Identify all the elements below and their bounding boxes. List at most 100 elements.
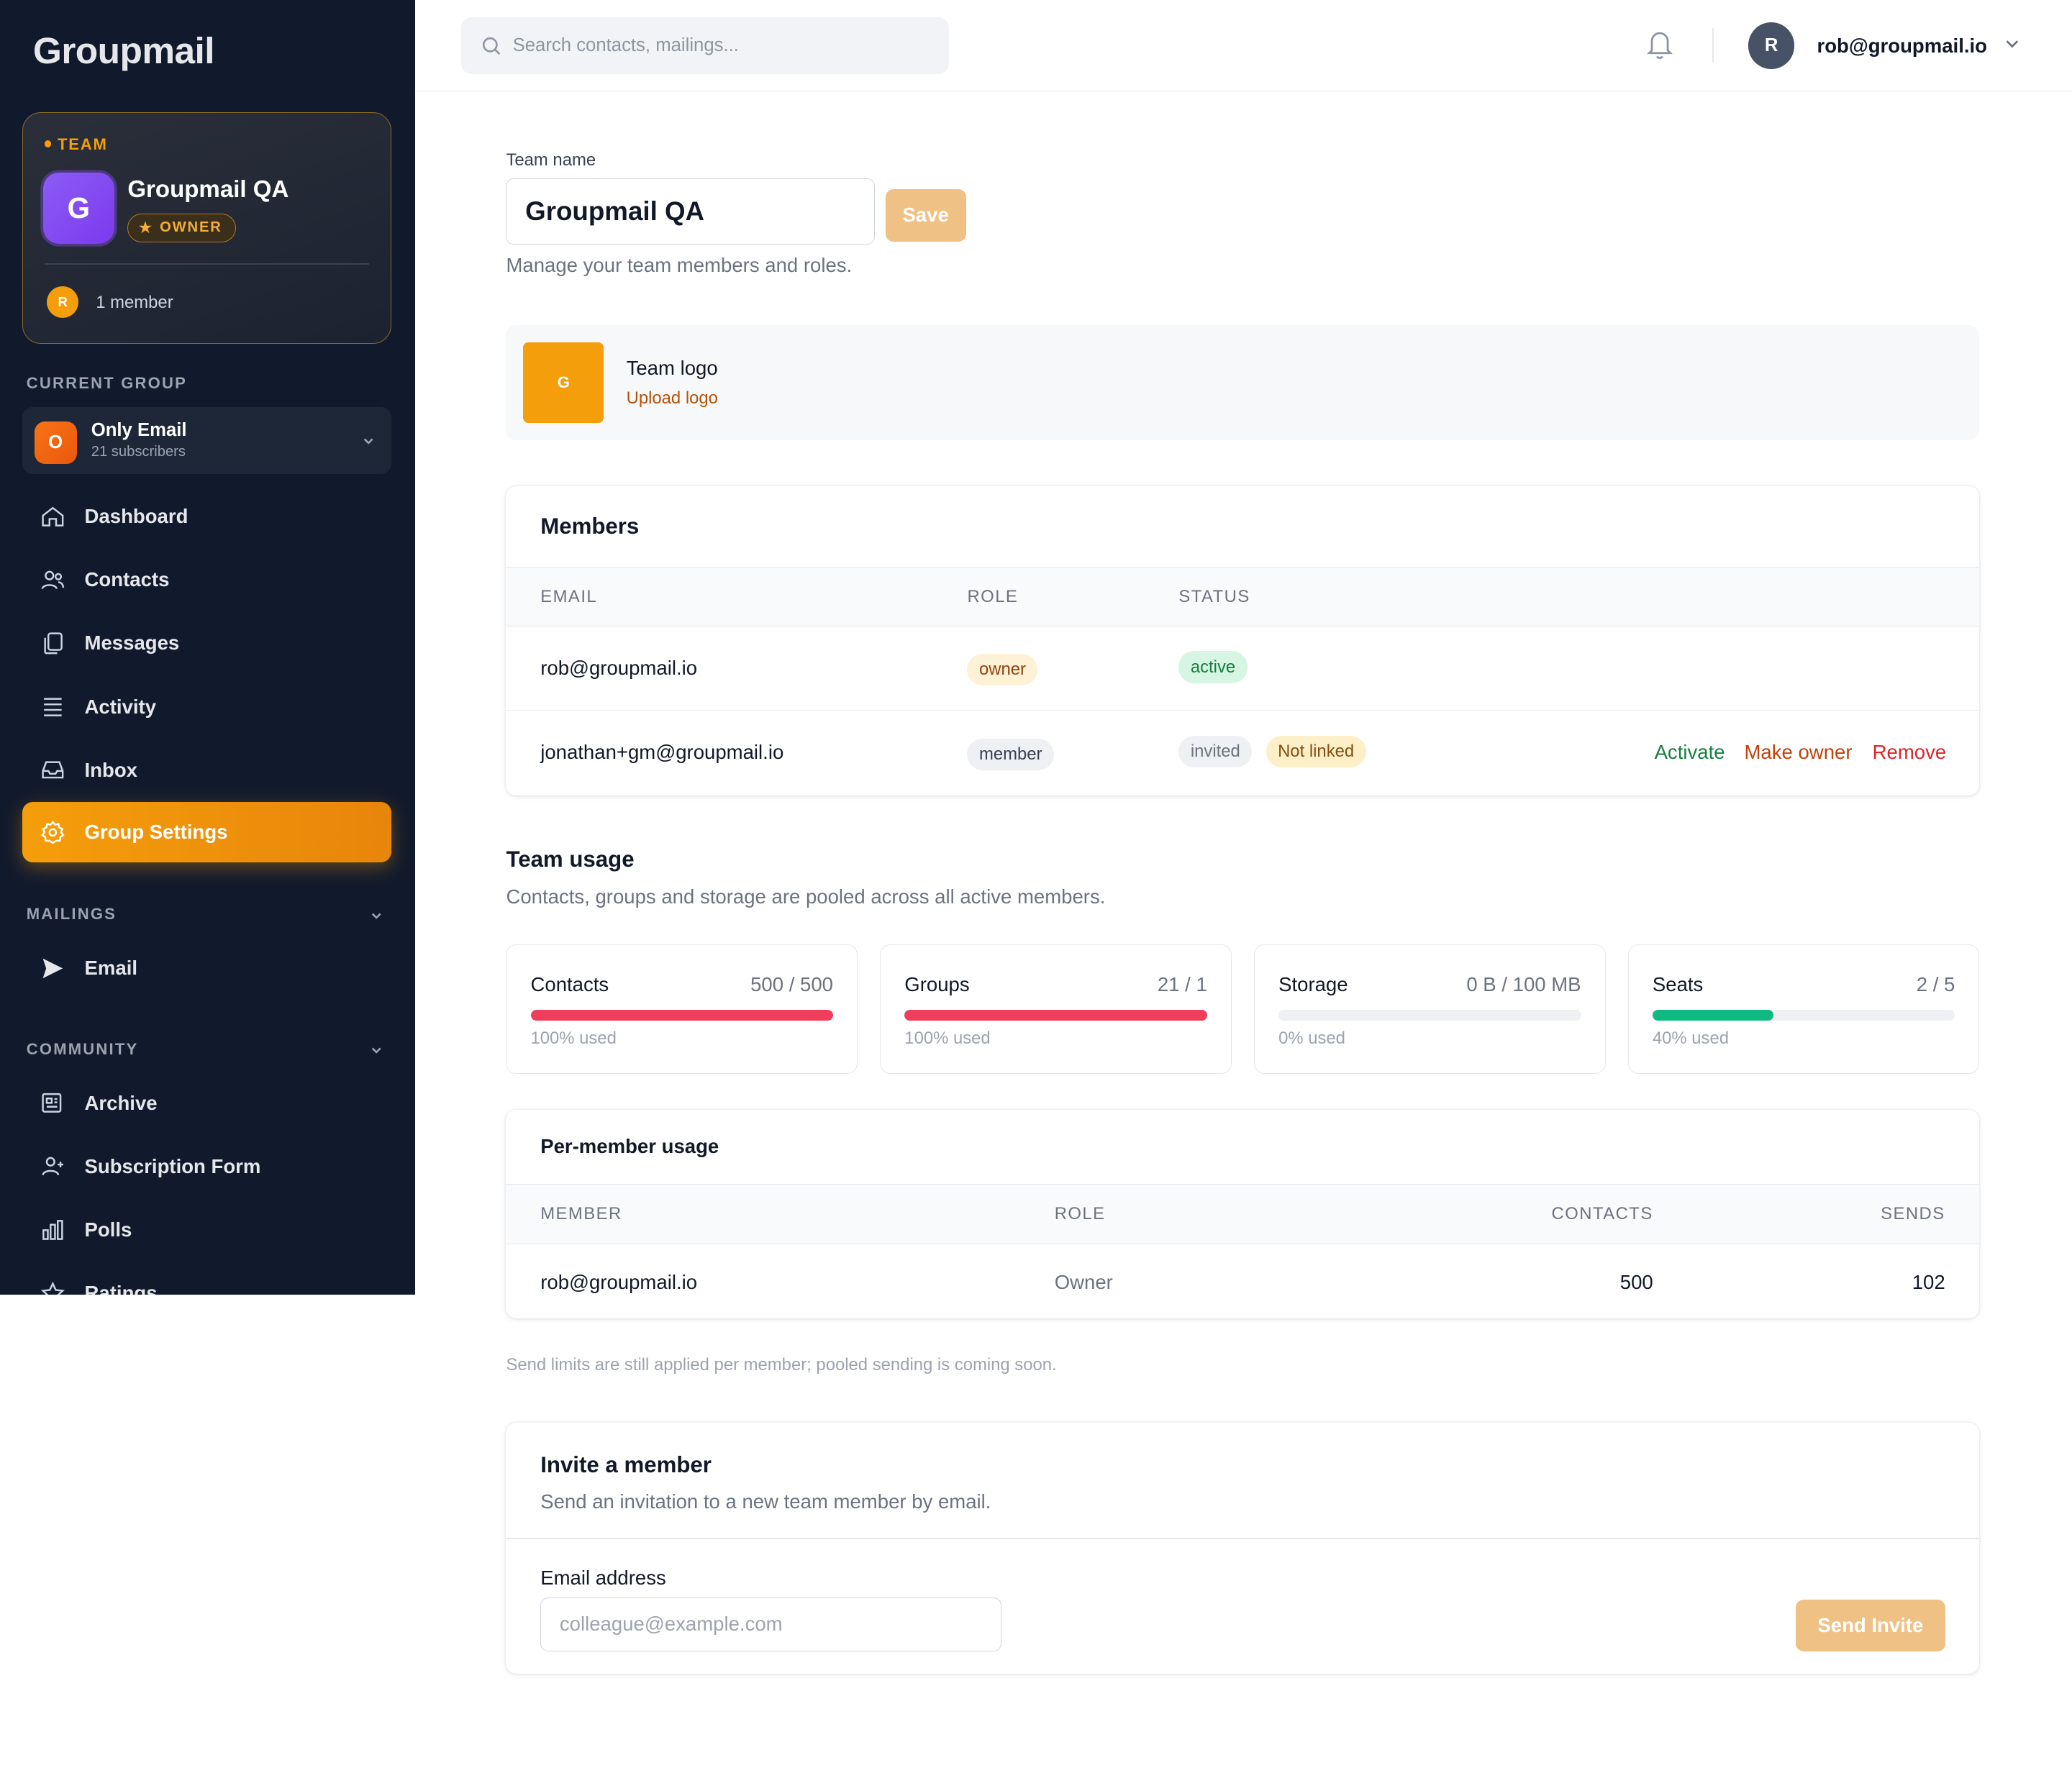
chevron-down-icon[interactable] bbox=[370, 909, 383, 922]
make-owner-button[interactable]: Make owner bbox=[1744, 741, 1852, 764]
inbox-icon bbox=[42, 761, 64, 779]
members-title: Members bbox=[540, 514, 640, 539]
column-header-sends[interactable]: SENDS bbox=[1881, 1204, 1945, 1224]
user-avatar[interactable]: R bbox=[1748, 22, 1795, 69]
search-placeholder: Search contacts, mailings... bbox=[512, 35, 739, 55]
member-role: Owner bbox=[1054, 1270, 1113, 1293]
status-badge: invited bbox=[1178, 736, 1253, 768]
current-group-select[interactable]: O Only Email 21 subscribers bbox=[22, 406, 391, 475]
usage-value: 2 / 5 bbox=[1916, 972, 1955, 995]
email-address-label: Email address bbox=[540, 1567, 666, 1590]
upload-logo-link[interactable]: Upload logo bbox=[627, 388, 718, 409]
status-badge: active bbox=[1178, 651, 1248, 683]
team-card[interactable]: TEAM G Groupmail QA ★ OWNER R 1 member bbox=[22, 112, 391, 344]
community-label[interactable]: COMMUNITY bbox=[27, 1040, 139, 1059]
table-row: rob@groupmail.io Owner 500 102 bbox=[506, 1244, 1979, 1318]
star-icon bbox=[40, 1281, 65, 1295]
column-header-contacts[interactable]: CONTACTS bbox=[1552, 1204, 1653, 1224]
topbar: Search contacts, mailings... R rob@group… bbox=[414, 0, 2072, 91]
role-badge: owner bbox=[967, 654, 1038, 686]
divider bbox=[1712, 27, 1714, 63]
usage-value: 500 / 500 bbox=[750, 972, 833, 995]
nav-subscription-form[interactable]: Subscription Form bbox=[22, 1136, 391, 1197]
not-linked-badge: Not linked bbox=[1266, 736, 1366, 768]
usage-progress-fill bbox=[530, 1010, 833, 1021]
home-icon bbox=[42, 506, 64, 526]
members-card: Members EMAIL ROLE STATUS rob@groupmail.… bbox=[506, 485, 1980, 795]
send-icon bbox=[42, 958, 63, 979]
user-email[interactable]: rob@groupmail.io bbox=[1817, 35, 1987, 58]
newspaper-icon bbox=[42, 1093, 62, 1113]
usage-percent: 100% used bbox=[530, 1028, 617, 1048]
sidebar: Groupmail TEAM G Groupmail QA ★ OWNER R 1… bbox=[0, 0, 415, 1295]
usage-progress-fill bbox=[904, 1010, 1207, 1021]
search-input[interactable]: Search contacts, mailings... bbox=[461, 17, 949, 74]
usage-title: Contacts bbox=[530, 972, 609, 995]
usage-percent: 40% used bbox=[1652, 1028, 1730, 1048]
per-member-table-header: MEMBER ROLE CONTACTS SENDS bbox=[506, 1183, 1980, 1245]
invite-email-field[interactable]: colleague@example.com bbox=[540, 1597, 1002, 1651]
chevron-down-icon[interactable] bbox=[370, 1044, 383, 1057]
team-name-input[interactable]: Groupmail QA bbox=[506, 178, 875, 245]
nav-activity[interactable]: Activity bbox=[22, 676, 391, 737]
nav-email[interactable]: Email bbox=[22, 938, 391, 998]
remove-button[interactable]: Remove bbox=[1873, 741, 1947, 764]
save-button[interactable]: Save bbox=[885, 188, 966, 242]
column-header-member[interactable]: MEMBER bbox=[540, 1204, 622, 1224]
table-row: jonathan+gm@groupmail.io member invited … bbox=[506, 711, 1979, 795]
group-name: Only Email bbox=[91, 420, 187, 441]
usage-card-storage: Storage 0 B / 100 MB 0% used bbox=[1254, 944, 1606, 1075]
team-usage-title: Team usage bbox=[506, 847, 635, 872]
invite-title: Invite a member bbox=[540, 1451, 712, 1477]
usage-progress-fill bbox=[1652, 1010, 1774, 1021]
activate-button[interactable]: Activate bbox=[1655, 741, 1725, 764]
member-avatar: R bbox=[47, 286, 79, 318]
nav-group-settings[interactable]: Group Settings bbox=[22, 801, 391, 863]
search-icon bbox=[482, 37, 500, 55]
nav-inbox[interactable]: Inbox bbox=[22, 740, 391, 801]
send-limits-note: Send limits are still applied per member… bbox=[506, 1355, 1057, 1375]
usage-title: Seats bbox=[1652, 972, 1704, 995]
chevron-down-icon bbox=[364, 438, 373, 445]
usage-title: Storage bbox=[1278, 972, 1348, 995]
gear-icon bbox=[41, 820, 65, 844]
nav-polls[interactable]: Polls bbox=[22, 1200, 391, 1260]
team-tag: TEAM bbox=[44, 135, 108, 154]
members-table-header: EMAIL ROLE STATUS bbox=[506, 566, 1980, 626]
bar-chart-icon bbox=[42, 1219, 63, 1240]
member-email: jonathan+gm@groupmail.io bbox=[540, 741, 784, 764]
role-badge: member bbox=[967, 738, 1055, 770]
usage-percent: 0% used bbox=[1278, 1028, 1345, 1048]
column-header-role[interactable]: ROLE bbox=[1055, 1204, 1106, 1224]
mailings-label[interactable]: MAILINGS bbox=[27, 905, 117, 924]
users-icon bbox=[41, 570, 65, 590]
nav-archive[interactable]: Archive bbox=[22, 1072, 391, 1133]
column-header-email[interactable]: EMAIL bbox=[540, 587, 597, 607]
member-contacts: 500 bbox=[1619, 1270, 1653, 1293]
member-sends: 102 bbox=[1912, 1270, 1945, 1293]
usage-percent: 100% used bbox=[904, 1028, 991, 1048]
chevron-down-icon[interactable] bbox=[2003, 35, 2022, 53]
column-header-role[interactable]: ROLE bbox=[967, 587, 1018, 607]
column-header-status[interactable]: STATUS bbox=[1178, 587, 1250, 607]
nav-ratings[interactable]: Ratings bbox=[22, 1263, 391, 1295]
invite-subtitle: Send an invitation to a new team member … bbox=[540, 1490, 991, 1513]
usage-progress-bar bbox=[530, 1010, 833, 1021]
brand-logo[interactable]: Groupmail bbox=[33, 29, 215, 72]
group-avatar: O bbox=[34, 421, 77, 464]
send-invite-button[interactable]: Send Invite bbox=[1796, 1600, 1945, 1651]
group-subscribers: 21 subscribers bbox=[91, 444, 186, 460]
copy-icon bbox=[44, 632, 63, 655]
usage-card-groups: Groups 21 / 1 100% used bbox=[880, 944, 1232, 1075]
nav-dashboard[interactable]: Dashboard bbox=[22, 486, 391, 547]
usage-card-seats: Seats 2 / 5 40% used bbox=[1627, 944, 1980, 1075]
bell-icon[interactable] bbox=[1644, 27, 1676, 61]
nav-contacts[interactable]: Contacts bbox=[22, 550, 391, 610]
team-logo-title: Team logo bbox=[626, 356, 718, 379]
list-icon bbox=[44, 698, 62, 717]
table-row: rob@groupmail.io owner active bbox=[506, 626, 1980, 711]
nav-messages[interactable]: Messages bbox=[22, 613, 391, 673]
member-count: 1 member bbox=[96, 292, 173, 312]
usage-progress-bar bbox=[904, 1010, 1207, 1021]
team-logo: G bbox=[523, 342, 604, 423]
